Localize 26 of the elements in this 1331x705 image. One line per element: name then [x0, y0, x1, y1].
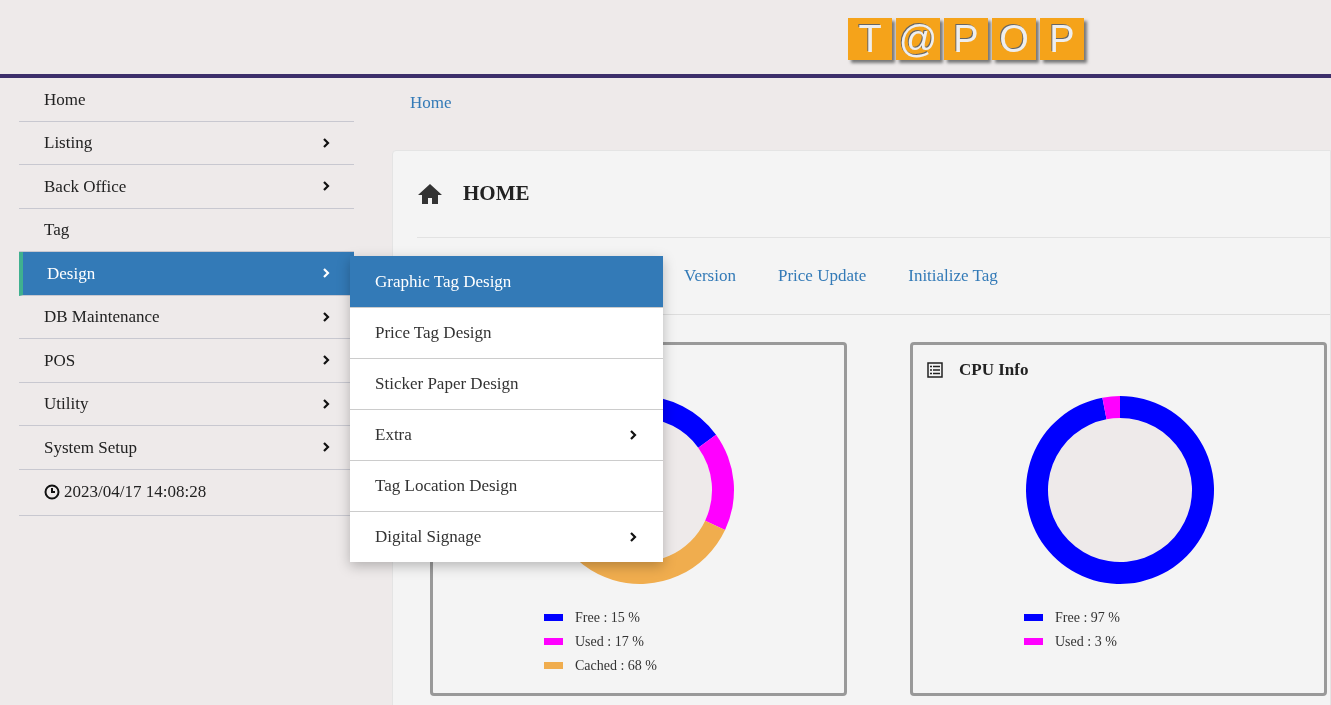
sidebar-item[interactable]: Design [19, 252, 354, 296]
tab[interactable]: Version [684, 263, 736, 289]
breadcrumb-link[interactable]: Home [410, 93, 452, 112]
menu-item[interactable]: Graphic Tag Design [350, 256, 663, 307]
menu-item[interactable]: Price Tag Design [350, 307, 663, 358]
card-title: CPU Info [959, 359, 1029, 381]
menu-item[interactable]: Tag Location Design [350, 460, 663, 511]
list-icon [927, 361, 943, 378]
legend-label: Cached : 68 % [575, 657, 658, 675]
legend-label: Free : 97 % [1055, 609, 1120, 627]
sidebar-item[interactable]: Listing [19, 121, 354, 165]
sidebar-item[interactable]: Home [19, 78, 354, 122]
tab[interactable]: Initialize Tag [908, 263, 998, 289]
clock-text: 2023/04/17 14:08:28 [64, 481, 207, 504]
menu-item[interactable]: Sticker Paper Design [350, 358, 663, 409]
menu-item[interactable]: Extra [350, 409, 663, 460]
page-title: HOME [463, 180, 530, 208]
legend-label: Used : 3 % [1055, 633, 1117, 651]
tab[interactable]: Price Update [777, 263, 867, 289]
home-icon [417, 183, 443, 205]
logo: T @ P O P [848, 18, 1084, 60]
legend-label: Free : 15 % [575, 609, 640, 627]
legend-label: Used : 17 % [575, 633, 644, 651]
clock-icon [44, 484, 60, 500]
menu-item[interactable]: Digital Signage [350, 511, 663, 562]
sidebar-item[interactable]: Back Office [19, 165, 354, 209]
